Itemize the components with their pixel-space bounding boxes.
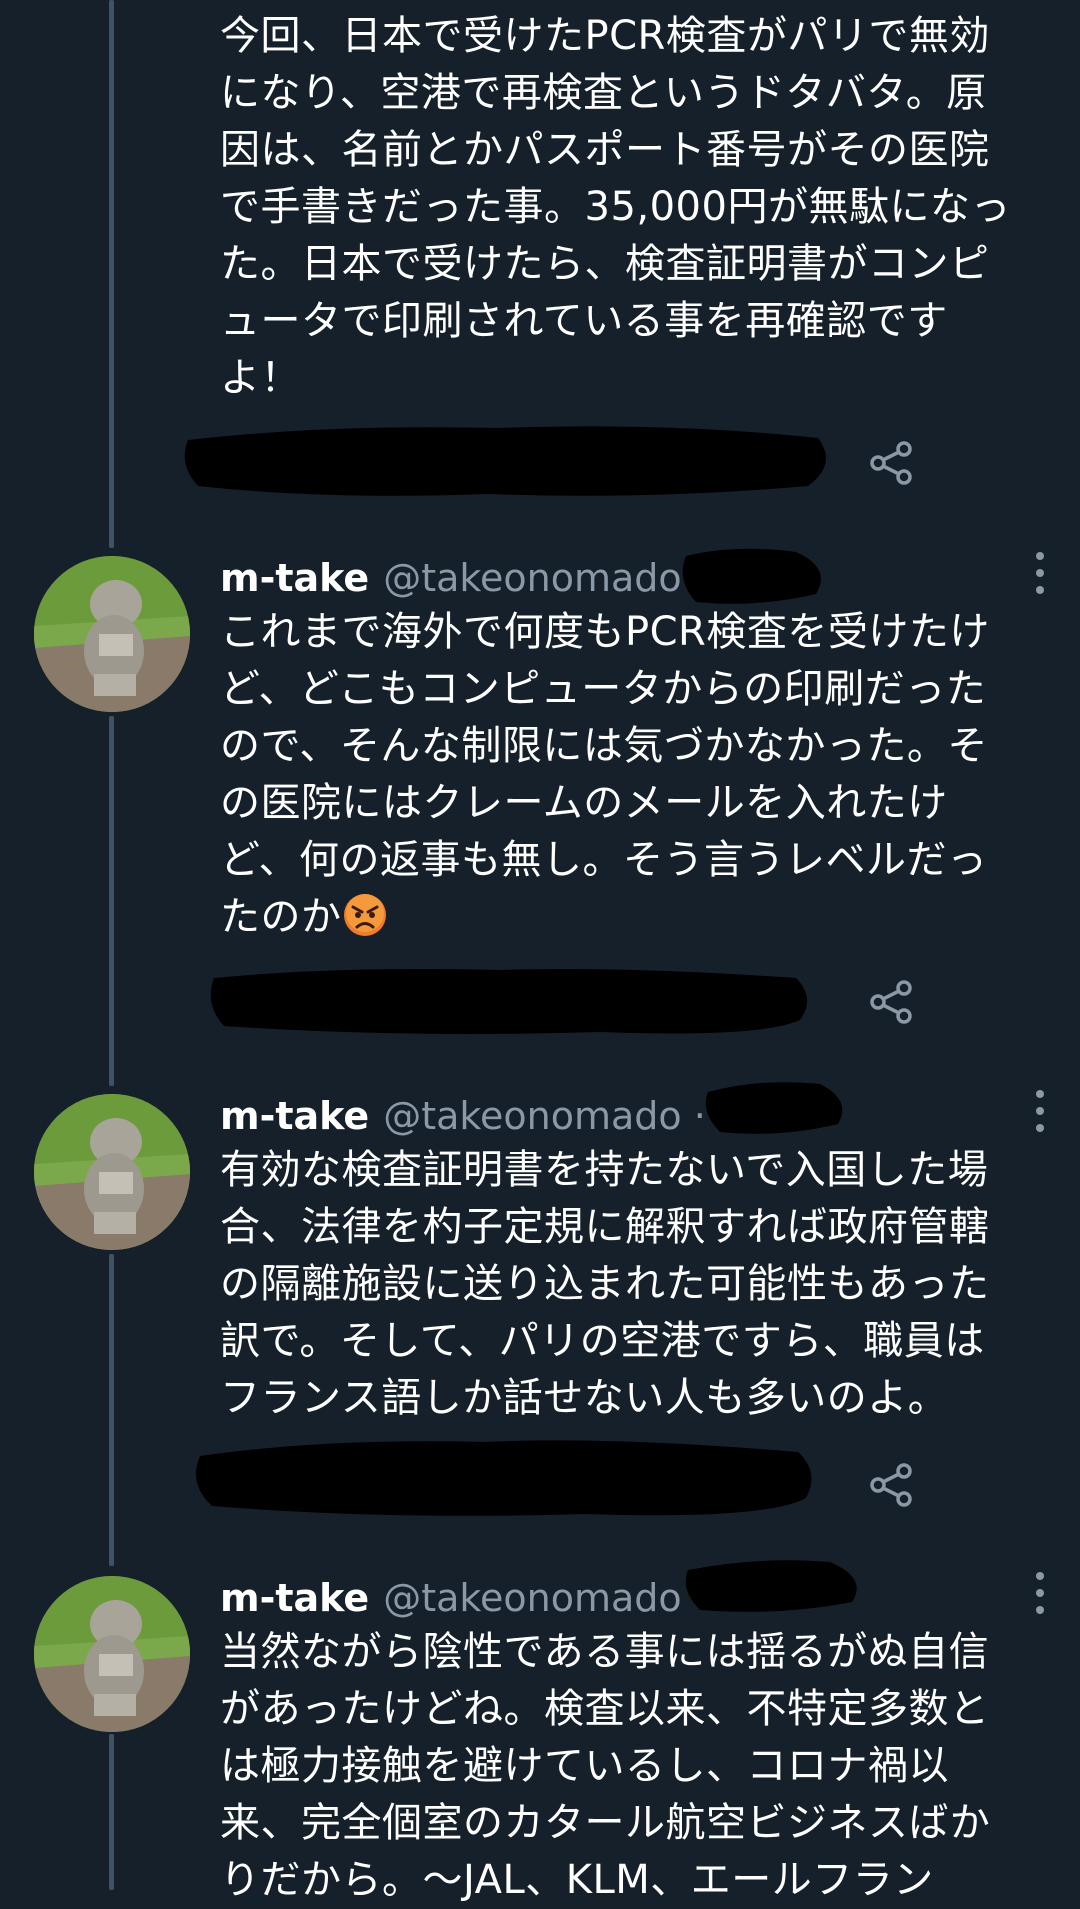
redacted-area [705, 1082, 843, 1134]
avatar[interactable] [34, 556, 190, 712]
thread-line [109, 716, 114, 1086]
angry-face-emoji [343, 894, 386, 936]
author-name[interactable]: m-take [220, 556, 369, 600]
redacted-area [682, 548, 821, 604]
author-handle[interactable]: @takeonomado [383, 1576, 681, 1620]
tweet-header: m-take @takeonomado [220, 548, 682, 608]
author-name[interactable]: m-take [220, 1576, 369, 1620]
tweet-text: 今回、日本で受けたPCR検査がパリで無効 になり、空港で再検査というドタバタ。原… [220, 13, 1011, 401]
redacted-area [685, 1560, 857, 1612]
author-handle[interactable]: @takeonomado [383, 1094, 681, 1138]
share-icon[interactable] [868, 1462, 914, 1508]
tweet-text-body: これまで海外で何度もPCR検査を受けたけ ど、どこもコンピュータからの印刷だった… [220, 609, 990, 940]
tweet-text: 有効な検査証明書を持たないで入国した場 合、法律を杓子定規に解釈すれば政府管轄 … [220, 1147, 990, 1421]
redacted-area [184, 426, 826, 496]
tweet-text: 当然ながら陰性である事には揺るがぬ自信 があったけどね。検査以来、不特定多数と … [220, 1629, 991, 1903]
more-options-icon[interactable] [1028, 1086, 1052, 1136]
author-name[interactable]: m-take [220, 1094, 369, 1138]
more-options-icon[interactable] [1028, 1568, 1052, 1618]
avatar[interactable] [34, 1576, 190, 1732]
author-handle[interactable]: @takeonomado [383, 556, 681, 600]
redacted-area [210, 969, 808, 1034]
share-icon[interactable] [868, 979, 914, 1025]
thread-line [109, 1254, 114, 1566]
thread-line [109, 0, 114, 548]
tweet-header: m-take @takeonomado [220, 1568, 682, 1628]
avatar[interactable] [34, 1094, 190, 1250]
tweet-header: m-take @takeonomado · [220, 1086, 706, 1146]
tweet-text: これまで海外で何度もPCR検査を受けたけ ど、どこもコンピュータからの印刷だった… [220, 604, 1050, 946]
share-icon[interactable] [868, 440, 914, 486]
thread-line [109, 1734, 114, 1890]
redacted-area [196, 1440, 812, 1516]
more-options-icon[interactable] [1028, 548, 1052, 598]
